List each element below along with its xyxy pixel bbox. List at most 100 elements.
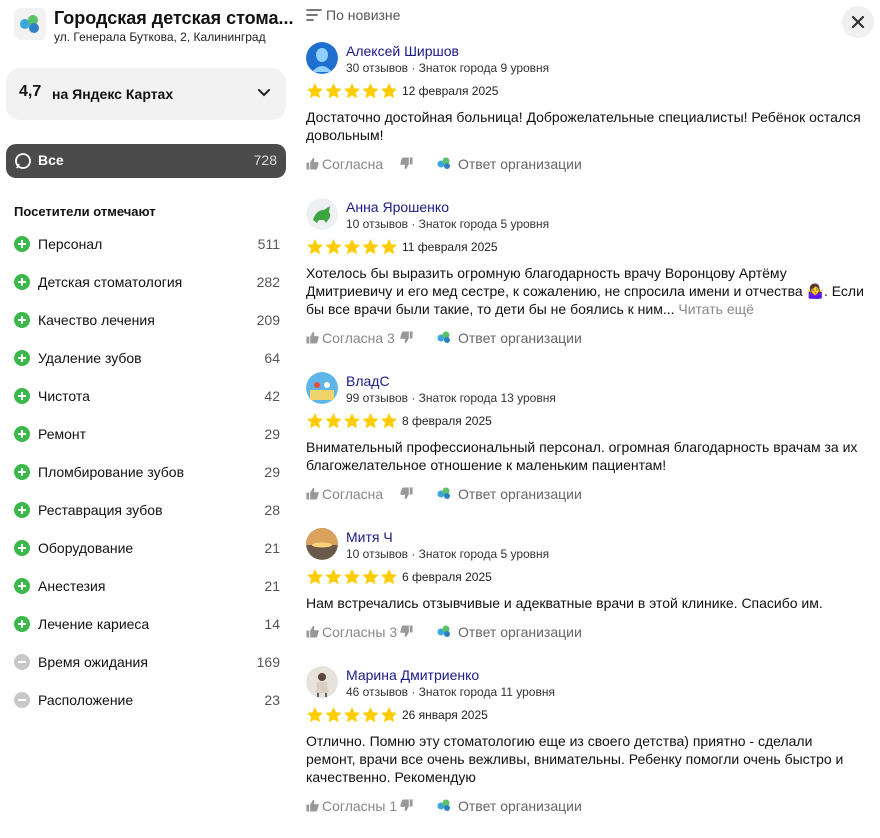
tag-count: 511 <box>257 236 280 252</box>
avatar[interactable] <box>306 528 338 560</box>
tag-count: 169 <box>256 654 280 670</box>
close-icon <box>851 15 865 29</box>
speech-bubble-icon <box>15 153 31 169</box>
tag-item[interactable]: Детская стоматология 282 <box>14 272 280 294</box>
avatar[interactable] <box>306 198 338 230</box>
tag-item[interactable]: Персонал 511 <box>14 234 280 256</box>
star-icon <box>381 707 397 723</box>
review-author[interactable]: ВладС <box>346 373 390 389</box>
tag-label: Реставрация зубов <box>38 502 163 518</box>
review-date: 8 февраля 2025 <box>402 414 492 428</box>
review-card: ВладС 99 отзывов · Знаток города 13 уровн… <box>306 372 866 506</box>
review-actions: Согласна 3 Ответ организации <box>306 328 866 348</box>
plus-circle-icon <box>14 578 30 594</box>
rating-dropdown[interactable]: 4,7 на Яндекс Картах <box>6 68 286 120</box>
thumbs-down-icon <box>400 157 413 170</box>
tag-label: Персонал <box>38 236 103 252</box>
review-text-line: Внимательный профессиональный персонал. … <box>306 439 858 455</box>
review-actions: Согласна Ответ организации <box>306 154 866 174</box>
thumbs-up-icon <box>306 799 319 812</box>
review-author[interactable]: Митя Ч <box>346 529 393 545</box>
avatar[interactable] <box>306 666 338 698</box>
review-date: 6 февраля 2025 <box>402 570 492 584</box>
close-button[interactable] <box>842 6 874 38</box>
visitors-heading: Посетители отмечают <box>14 204 156 219</box>
tag-item[interactable]: Качество лечения 209 <box>14 310 280 332</box>
tag-label: Время ожидания <box>38 654 148 670</box>
review-author[interactable]: Алексей Ширшов <box>346 43 459 59</box>
star-icon <box>381 413 397 429</box>
star-icon <box>325 239 342 255</box>
tag-item[interactable]: Удаление зубов 64 <box>14 348 280 370</box>
review-author[interactable]: Марина Дмитриенко <box>346 667 479 683</box>
review-text: Внимательный профессиональный персонал. … <box>306 438 866 474</box>
organization-logo <box>14 8 46 40</box>
left-panel: Городская детская стома... ул. Генерала … <box>0 0 296 838</box>
review-text-line: Дмитриевичу и его мед сестре, к сожалени… <box>306 283 864 299</box>
thumbs-down-icon <box>400 625 413 638</box>
tag-label: Удаление зубов <box>38 350 142 366</box>
tag-count: 29 <box>264 426 280 442</box>
organization-header: Городская детская стома... ул. Генерала … <box>14 8 294 44</box>
tag-item[interactable]: Расположение 23 <box>14 690 280 712</box>
avatar[interactable] <box>306 42 338 74</box>
star-icon <box>344 239 360 255</box>
review-date: 12 февраля 2025 <box>402 84 499 98</box>
rating-source: на Яндекс Картах <box>52 86 174 102</box>
tag-count: 29 <box>264 464 280 480</box>
organization-reply-label: Ответ организации <box>458 798 582 814</box>
tag-item[interactable]: Чистота 42 <box>14 386 280 408</box>
organization-title[interactable]: Городская детская стома... <box>54 8 294 29</box>
star-rating <box>306 706 398 724</box>
review-author-meta: 30 отзывов · Знаток города 9 уровня <box>346 61 550 75</box>
tag-count: 23 <box>264 692 280 708</box>
review-author-meta: 46 отзывов · Знаток города 11 уровня <box>346 685 555 699</box>
sort-lines-icon <box>306 9 322 21</box>
tag-label: Оборудование <box>38 540 134 556</box>
star-icon <box>381 83 397 99</box>
tag-label: Чистота <box>38 388 90 404</box>
star-icon <box>344 707 360 723</box>
tag-item[interactable]: Оборудование 21 <box>14 538 280 560</box>
avatar[interactable] <box>306 372 338 404</box>
tag-item[interactable]: Анестезия 21 <box>14 576 280 598</box>
sort-label: По новизне <box>326 7 401 23</box>
star-rating <box>306 412 398 430</box>
star-icon <box>362 83 379 99</box>
plus-circle-icon <box>14 388 30 404</box>
star-icon <box>362 413 379 429</box>
tag-item[interactable]: Пломбирование зубов 29 <box>14 462 280 484</box>
rating-value: 4,7 <box>19 83 42 100</box>
agree-label: Согласны 1 <box>322 798 398 814</box>
agree-label: Согласна <box>322 156 384 172</box>
organization-logo-icon <box>437 331 450 343</box>
review-author[interactable]: Анна Ярошенко <box>346 199 449 215</box>
review-text-line: бы все врачи были такие, то дети бы не б… <box>306 300 866 318</box>
filter-all-count: 728 <box>253 152 277 168</box>
tag-item[interactable]: Ремонт 29 <box>14 424 280 446</box>
plus-circle-icon <box>14 616 30 632</box>
tag-count: 42 <box>264 388 280 404</box>
organization-address: ул. Генерала Буткова, 2, Калининград <box>54 30 266 44</box>
tag-item[interactable]: Лечение кариеса 14 <box>14 614 280 636</box>
minus-circle-icon <box>14 692 30 708</box>
plus-circle-icon <box>14 540 30 556</box>
review-author-meta: 99 отзывов · Знаток города 13 уровня <box>346 391 556 405</box>
star-icon <box>344 83 360 99</box>
read-more-link[interactable]: Читать ещё <box>678 301 754 317</box>
organization-reply-label: Ответ организации <box>458 156 582 172</box>
filter-all-label: Все <box>38 152 64 168</box>
review-date: 11 февраля 2025 <box>402 240 498 254</box>
star-icon <box>344 413 360 429</box>
plus-circle-icon <box>14 312 30 328</box>
tag-item[interactable]: Время ожидания 169 <box>14 652 280 674</box>
tag-count: 21 <box>264 578 280 594</box>
tag-label: Анестезия <box>38 578 106 594</box>
tag-label: Пломбирование зубов <box>38 464 185 480</box>
star-icon <box>362 569 379 585</box>
tag-item[interactable]: Реставрация зубов 28 <box>14 500 280 522</box>
review-actions: Согласна Ответ организации <box>306 484 866 504</box>
agree-label: Согласны 3 <box>322 624 398 640</box>
filter-all-button[interactable]: Все 728 <box>6 144 286 178</box>
review-actions: Согласны 1 Ответ организации <box>306 796 866 816</box>
